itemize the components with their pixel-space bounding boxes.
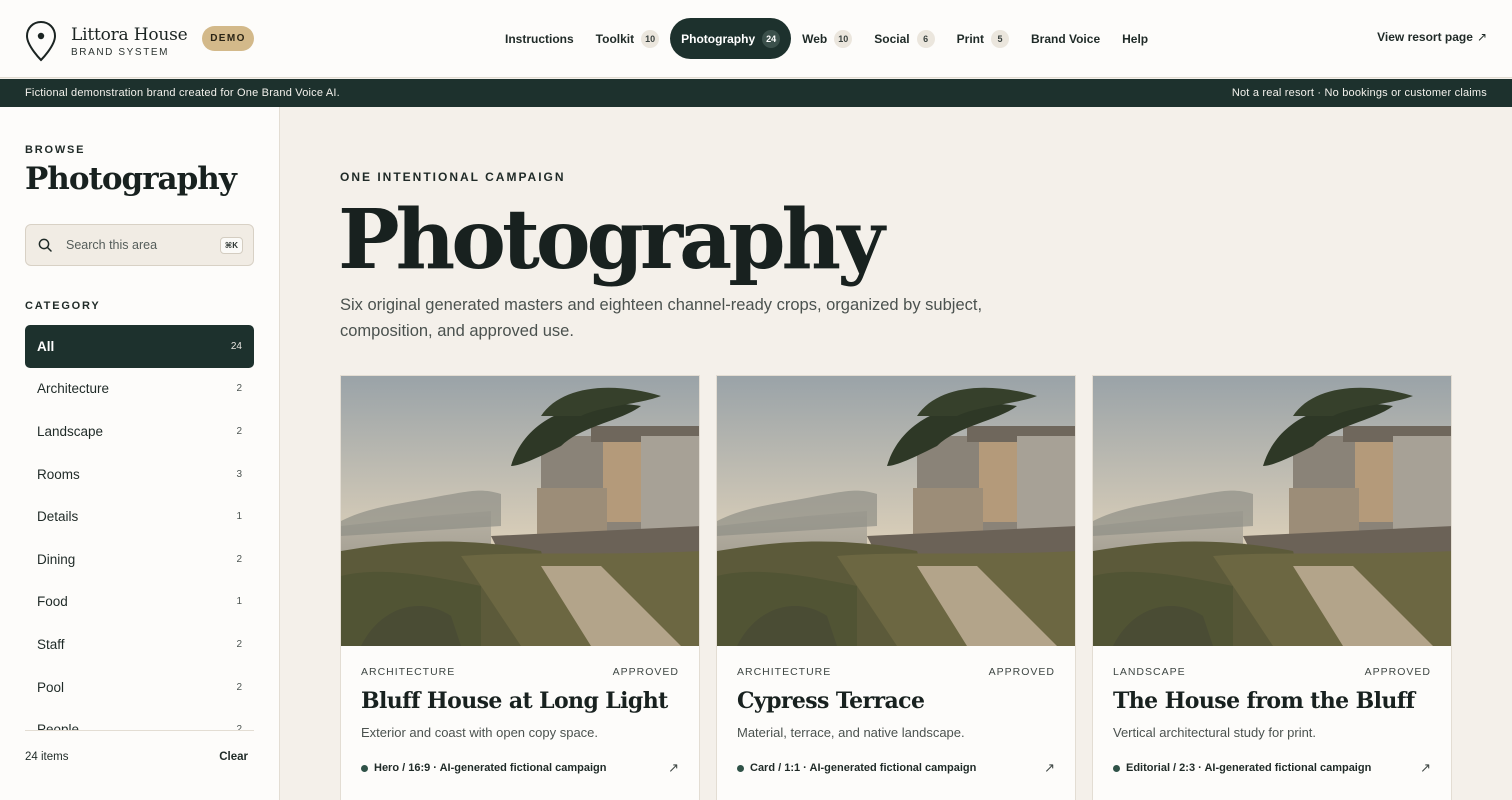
category-heading: CATEGORY xyxy=(25,300,101,312)
category-item-rooms[interactable]: Rooms 3 xyxy=(25,453,254,496)
photo-card[interactable]: ARCHITECTURE APPROVED Cypress Terrace Ma… xyxy=(716,375,1076,800)
photo-thumbnail xyxy=(1093,376,1451,646)
status-dot-icon xyxy=(737,764,744,772)
nav-count-badge: 10 xyxy=(641,29,660,48)
brand-name: Littora House xyxy=(71,24,188,45)
notice-right: Not a real resort · No bookings or custo… xyxy=(1231,87,1487,99)
open-arrow-icon[interactable]: ↗ xyxy=(1420,760,1431,776)
search-icon xyxy=(38,238,52,252)
card-status: APPROVED xyxy=(988,666,1055,678)
status-dot-icon xyxy=(361,764,368,772)
card-description: Material, terrace, and native landscape. xyxy=(737,725,965,740)
card-status: APPROVED xyxy=(612,666,679,678)
category-item-staff[interactable]: Staff 2 xyxy=(25,623,254,666)
card-title: The House from the Bluff xyxy=(1113,688,1415,714)
top-header: Littora House BRAND SYSTEM DEMO Instruct… xyxy=(0,0,1512,78)
browse-sidebar: BROWSE Photography ⌘K CATEGORY All24 Arc… xyxy=(0,107,280,800)
brand-subtitle: BRAND SYSTEM xyxy=(71,46,170,58)
open-arrow-icon[interactable]: ↗ xyxy=(668,760,679,776)
nav-photography[interactable]: Photography 24 xyxy=(670,18,792,59)
page-description: Six original generated masters and eight… xyxy=(340,296,983,340)
search-box[interactable]: ⌘K xyxy=(25,224,254,266)
nav-toolkit[interactable]: Toolkit 10 xyxy=(585,18,670,59)
card-usage: Editorial / 2:3 · AI-generated fictional… xyxy=(1126,762,1372,774)
nav-help[interactable]: Help xyxy=(1111,18,1159,59)
nav-instructions[interactable]: Instructions xyxy=(494,18,585,59)
photo-card[interactable]: LANDSCAPE APPROVED The House from the Bl… xyxy=(1092,375,1452,800)
map-pin-icon xyxy=(25,20,57,62)
card-usage: Hero / 16:9 · AI-generated fictional cam… xyxy=(374,762,607,774)
nav-web[interactable]: Web 10 xyxy=(791,18,863,59)
nav-count-badge: 5 xyxy=(990,29,1009,48)
category-list: All 24 Architecture 2 Landscape 2 Rooms 3 De… xyxy=(25,325,254,731)
search-input[interactable] xyxy=(66,238,220,252)
card-description: Exterior and coast with open copy space. xyxy=(361,725,599,740)
nav-count-badge: 10 xyxy=(834,29,853,48)
photo-card[interactable]: ARCHITECTURE APPROVED Bluff House at Lon… xyxy=(340,375,700,800)
open-arrow-icon[interactable]: ↗ xyxy=(1044,760,1055,776)
nav-brand-voice[interactable]: Brand Voice xyxy=(1020,18,1111,59)
card-status: APPROVED xyxy=(1364,666,1431,678)
keyboard-shortcut-badge: ⌘K xyxy=(219,236,243,254)
card-description: Vertical architectural study for print. xyxy=(1113,725,1317,740)
view-resort-page-link[interactable]: View resort page ↗ xyxy=(1377,30,1487,44)
nav-count-badge: 6 xyxy=(916,29,935,48)
sidebar-divider xyxy=(25,730,254,731)
category-item-details[interactable]: Details 1 xyxy=(25,495,254,538)
photo-thumbnail xyxy=(717,376,1075,646)
clear-filters-button[interactable]: Clear xyxy=(219,751,248,763)
card-title: Cypress Terrace xyxy=(737,688,925,714)
notice-left: Fictional demonstration brand created fo… xyxy=(25,87,340,99)
photo-thumbnail xyxy=(341,376,699,646)
photo-card-grid: ARCHITECTURE APPROVED Bluff House at Lon… xyxy=(340,375,1452,800)
card-category: ARCHITECTURE xyxy=(361,666,456,678)
page-title: Photography xyxy=(338,192,885,288)
sidebar-eyebrow: BROWSE xyxy=(25,144,86,156)
category-item-landscape[interactable]: Landscape 2 xyxy=(25,410,254,453)
status-dot-icon xyxy=(1113,764,1120,772)
card-category: ARCHITECTURE xyxy=(737,666,832,678)
campaign-eyebrow: ONE INTENTIONAL CAMPAIGN xyxy=(340,170,566,184)
brand-logo-link[interactable]: Littora House BRAND SYSTEM xyxy=(25,20,188,62)
external-arrow-icon: ↗ xyxy=(1476,30,1487,44)
card-category: LANDSCAPE xyxy=(1113,666,1186,678)
category-item-dining[interactable]: Dining 2 xyxy=(25,538,254,581)
main-nav: Instructions Toolkit 10 Photography 24 Web… xyxy=(494,18,1159,59)
category-item-all[interactable]: All 24 xyxy=(25,325,254,368)
nav-count-badge: 24 xyxy=(762,29,781,48)
demo-badge: DEMO xyxy=(202,26,254,51)
category-item-pool[interactable]: Pool 2 xyxy=(25,666,254,709)
nav-print[interactable]: Print 5 xyxy=(946,18,1020,59)
card-title: Bluff House at Long Light xyxy=(361,688,668,714)
category-item-people[interactable]: People 2 xyxy=(25,708,254,731)
category-item-food[interactable]: Food 1 xyxy=(25,581,254,624)
card-usage: Card / 1:1 · AI-generated fictional camp… xyxy=(750,762,977,774)
sidebar-title: Photography xyxy=(25,161,237,197)
demo-notice-bar: Fictional demonstration brand created fo… xyxy=(0,79,1512,107)
nav-social[interactable]: Social 6 xyxy=(863,18,945,59)
item-count: 24 items xyxy=(25,751,69,763)
category-item-architecture[interactable]: Architecture 2 xyxy=(25,368,254,411)
